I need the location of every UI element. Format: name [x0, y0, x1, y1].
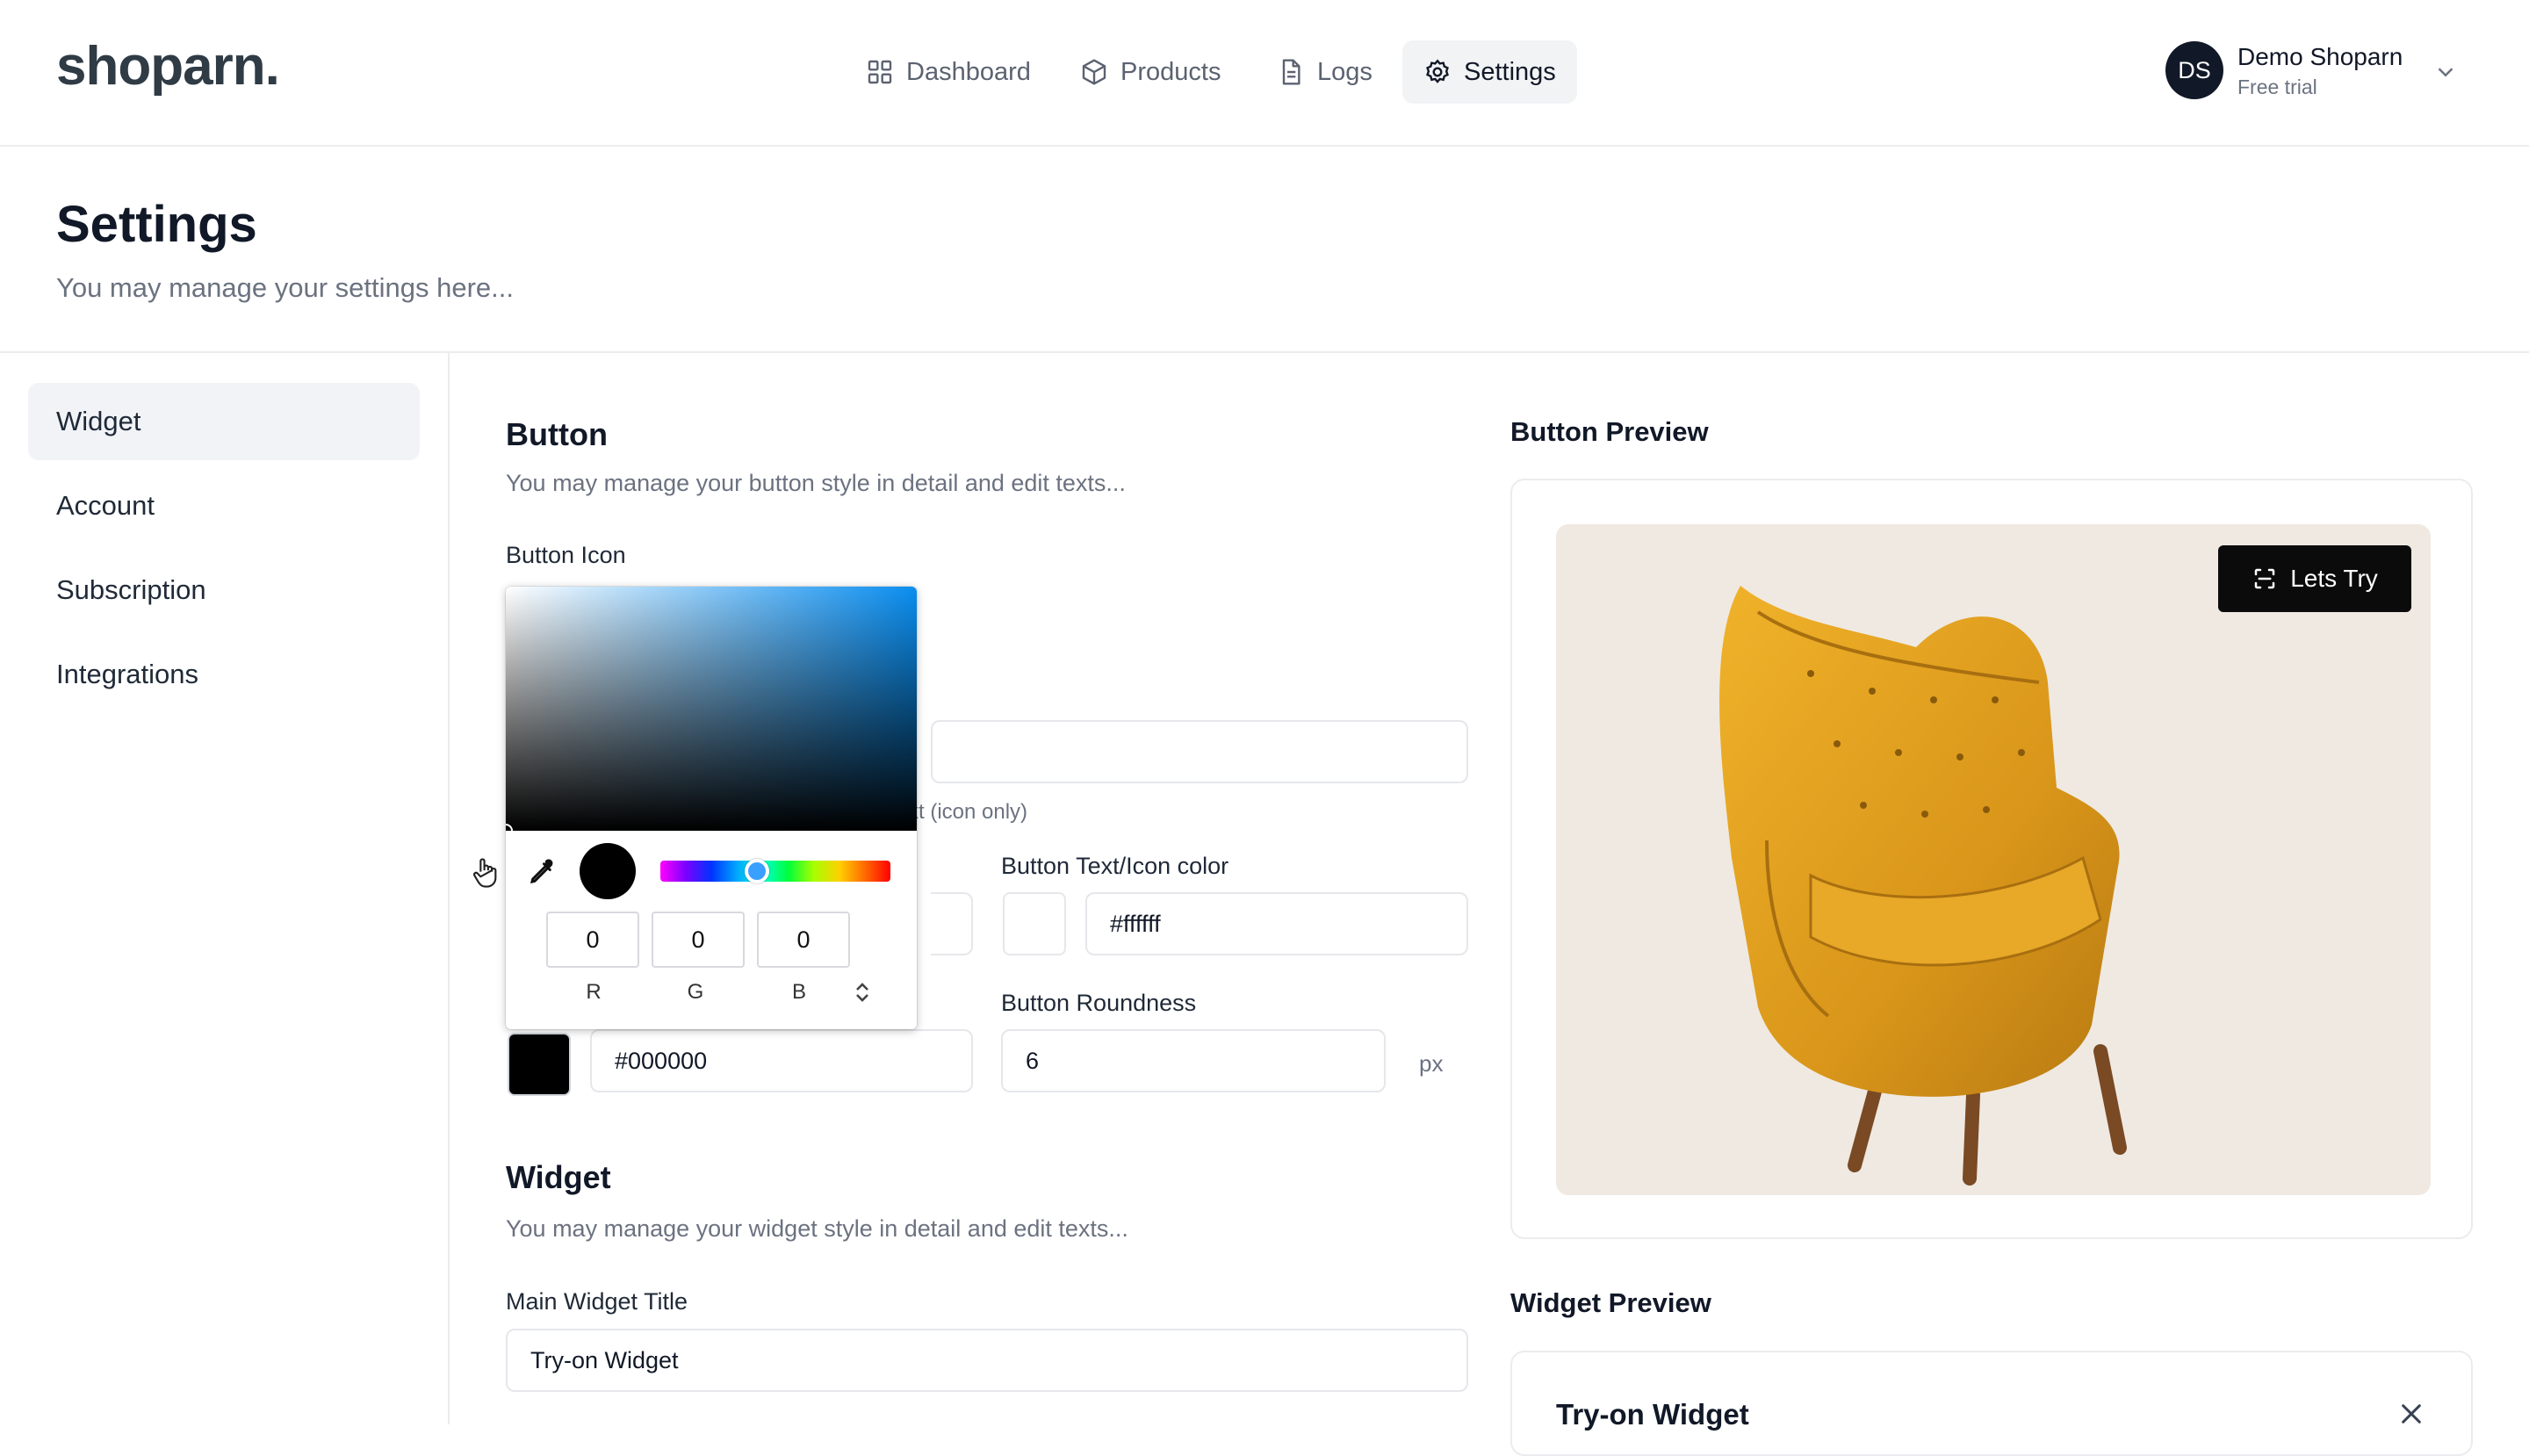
nav-label: Products: [1120, 57, 1221, 86]
text-color-swatch[interactable]: [1003, 892, 1066, 955]
green-input[interactable]: 0: [652, 912, 745, 968]
user-menu[interactable]: DS Demo Shoparn Free trial: [2165, 41, 2464, 103]
roundness-unit: px: [1419, 1050, 1444, 1077]
lets-try-label: Lets Try: [2290, 565, 2378, 592]
button-preview-title: Button Preview: [1510, 416, 1709, 447]
armchair-image: [1719, 586, 2127, 1186]
main-widget-title-label: Main Widget Title: [506, 1288, 688, 1315]
nav-label: Settings: [1464, 57, 1556, 86]
sidebar-item-integrations[interactable]: Integrations: [28, 636, 420, 713]
page-header: Settings You may manage your settings he…: [0, 147, 2529, 353]
box-icon: [1082, 59, 1106, 85]
top-navigation-bar: shoparn. Dashboard Products Logs Setting…: [0, 0, 2529, 147]
widget-section-subtitle: You may manage your widget style in deta…: [506, 1215, 1128, 1242]
hue-slider-handle[interactable]: [745, 859, 770, 883]
icon-only-hint: xt (icon only): [908, 800, 1028, 824]
nav-settings[interactable]: Settings: [1402, 40, 1577, 104]
nav-dashboard[interactable]: Dashboard: [845, 40, 1052, 104]
red-input[interactable]: 0: [546, 912, 639, 968]
button-section-subtitle: You may manage your button style in deta…: [506, 470, 1126, 496]
button-preview-card: Lets Try: [1510, 479, 2473, 1239]
color-picker-popover: 0 0 0 R G B: [506, 587, 917, 1029]
user-name: Demo Shoparn: [2237, 43, 2403, 70]
button-icon-label: Button Icon: [506, 542, 626, 568]
nav-label: Dashboard: [906, 57, 1031, 86]
lets-try-button[interactable]: Lets Try: [2218, 545, 2411, 612]
widget-preview-heading: Try-on Widget: [1556, 1398, 1749, 1431]
bg-color-input[interactable]: #000000: [590, 1029, 973, 1092]
green-label: G: [687, 980, 704, 1004]
chevron-down-icon: [2438, 68, 2453, 77]
eyedropper-icon[interactable]: [527, 855, 558, 887]
button-section-title: Button: [506, 416, 608, 452]
nav-label: Logs: [1317, 57, 1373, 86]
sidebar-item-widget[interactable]: Widget: [28, 383, 420, 460]
hue-slider[interactable]: [660, 861, 890, 882]
page-title: Settings: [56, 196, 257, 253]
hand-cursor-icon: [473, 858, 497, 888]
bg-color-swatch[interactable]: [508, 1033, 571, 1096]
text-color-label: Button Text/Icon color: [1001, 853, 1229, 879]
gear-icon: [1426, 59, 1449, 83]
blue-input[interactable]: 0: [757, 912, 850, 968]
text-color-input[interactable]: #ffffff: [1085, 892, 1468, 955]
widget-section-title: Widget: [506, 1159, 611, 1195]
product-image: Lets Try: [1556, 524, 2431, 1195]
sidebar-item-subscription[interactable]: Subscription: [28, 551, 420, 629]
settings-sidebar: Widget Account Subscription Integrations: [0, 353, 450, 1424]
sidebar-item-account[interactable]: Account: [28, 467, 420, 544]
widget-preview-card: Try-on Widget: [1510, 1351, 2473, 1456]
red-label: R: [586, 980, 602, 1004]
grid-icon: [868, 60, 892, 84]
main-widget-title-input[interactable]: Try-on Widget: [506, 1329, 1468, 1392]
roundness-label: Button Roundness: [1001, 990, 1197, 1016]
roundness-input[interactable]: 6: [1001, 1029, 1386, 1092]
selected-color-preview: [580, 843, 636, 899]
saturation-area[interactable]: [506, 587, 917, 831]
mode-toggle-icon[interactable]: [854, 982, 871, 1003]
blue-label: B: [791, 980, 806, 1004]
nav-products[interactable]: Products: [1059, 40, 1242, 104]
close-icon[interactable]: [2397, 1400, 2425, 1428]
bg-color-input-partial[interactable]: [931, 892, 973, 955]
widget-preview-title: Widget Preview: [1510, 1287, 1711, 1318]
scan-icon: [2254, 568, 2275, 589]
avatar: DS: [2165, 41, 2223, 99]
user-plan: Free trial: [2237, 76, 2317, 98]
page-subtitle: You may manage your settings here...: [56, 272, 514, 303]
button-text-input[interactable]: [931, 720, 1468, 783]
nav-logs[interactable]: Logs: [1256, 40, 1394, 104]
document-icon: [1282, 59, 1301, 85]
app-logo[interactable]: shoparn.: [56, 35, 280, 97]
